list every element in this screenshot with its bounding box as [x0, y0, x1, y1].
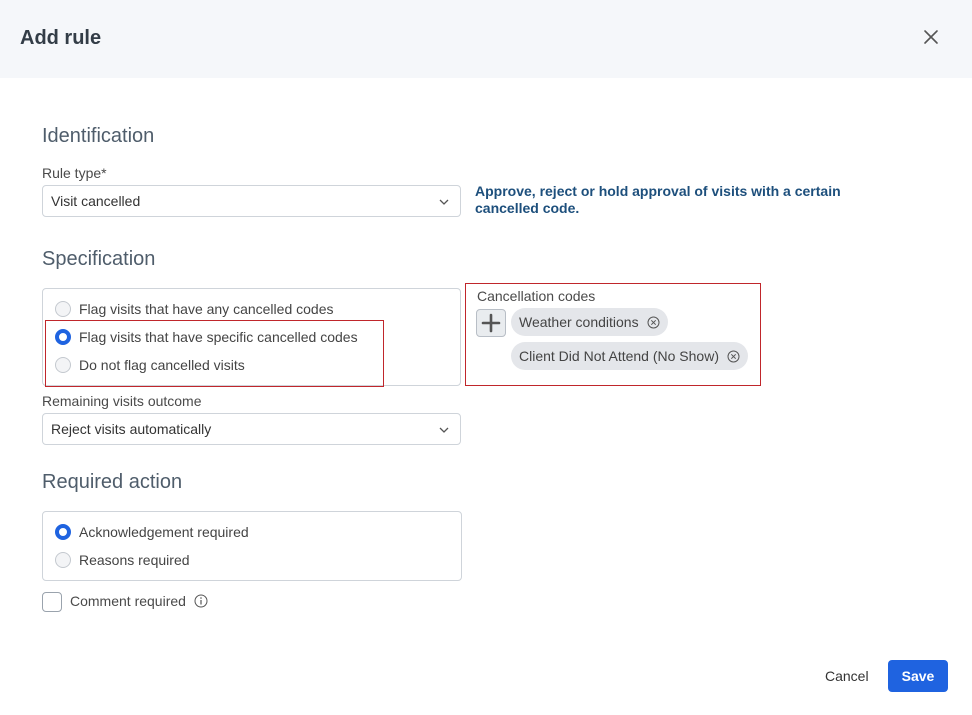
chevron-down-icon: [439, 427, 449, 433]
chevron-down-icon: [439, 199, 449, 205]
remaining-outcome-select[interactable]: Reject visits automatically: [42, 413, 461, 445]
remove-chip-icon[interactable]: [727, 350, 740, 363]
radio-label: Flag visits that have any cancelled code…: [79, 301, 334, 317]
highlight-frame: [45, 320, 384, 387]
rule-type-value: Visit cancelled: [51, 193, 141, 209]
radio-button[interactable]: [55, 301, 71, 317]
rule-type-label: Rule type*: [42, 165, 107, 181]
rule-type-description: Approve, reject or hold approval of visi…: [475, 183, 841, 216]
radio-option-any-codes[interactable]: Flag visits that have any cancelled code…: [55, 299, 333, 319]
radio-button[interactable]: [55, 552, 71, 568]
dialog-header: Add rule: [0, 0, 972, 78]
remaining-outcome-value: Reject visits automatically: [51, 421, 212, 437]
required-marker: *: [101, 165, 107, 181]
comment-required-checkbox[interactable]: [42, 592, 62, 612]
radio-button[interactable]: [55, 524, 71, 540]
add-code-button[interactable]: [476, 309, 506, 337]
comment-required-label: Comment required: [70, 593, 186, 609]
required-action-heading: Required action: [42, 471, 183, 493]
specification-heading: Specification: [42, 248, 156, 270]
close-button[interactable]: [920, 26, 942, 48]
code-chip: Client Did Not Attend (No Show): [511, 342, 748, 370]
code-chip-label: Weather conditions: [519, 314, 639, 330]
remove-chip-icon[interactable]: [647, 316, 660, 329]
cancel-button[interactable]: Cancel: [815, 662, 879, 690]
radio-label: Acknowledgement required: [79, 524, 249, 540]
rule-type-select[interactable]: Visit cancelled: [42, 185, 461, 217]
save-button[interactable]: Save: [888, 660, 948, 692]
identification-heading: Identification: [42, 125, 155, 147]
remaining-outcome-label: Remaining visits outcome: [42, 393, 202, 409]
close-icon: [924, 30, 938, 44]
required-action-radio-group: Acknowledgement required Reasons require…: [42, 511, 462, 581]
radio-label: Reasons required: [79, 552, 190, 568]
cancellation-codes-label: Cancellation codes: [477, 288, 596, 304]
rule-type-label-text: Rule type: [42, 165, 102, 181]
plus-icon: [481, 313, 501, 333]
radio-option-reasons[interactable]: Reasons required: [55, 550, 190, 570]
info-icon[interactable]: [194, 594, 208, 608]
radio-option-acknowledgement[interactable]: Acknowledgement required: [55, 522, 249, 542]
code-chip-label: Client Did Not Attend (No Show): [519, 348, 719, 364]
code-chip: Weather conditions: [511, 308, 668, 336]
dialog-title: Add rule: [20, 27, 102, 49]
